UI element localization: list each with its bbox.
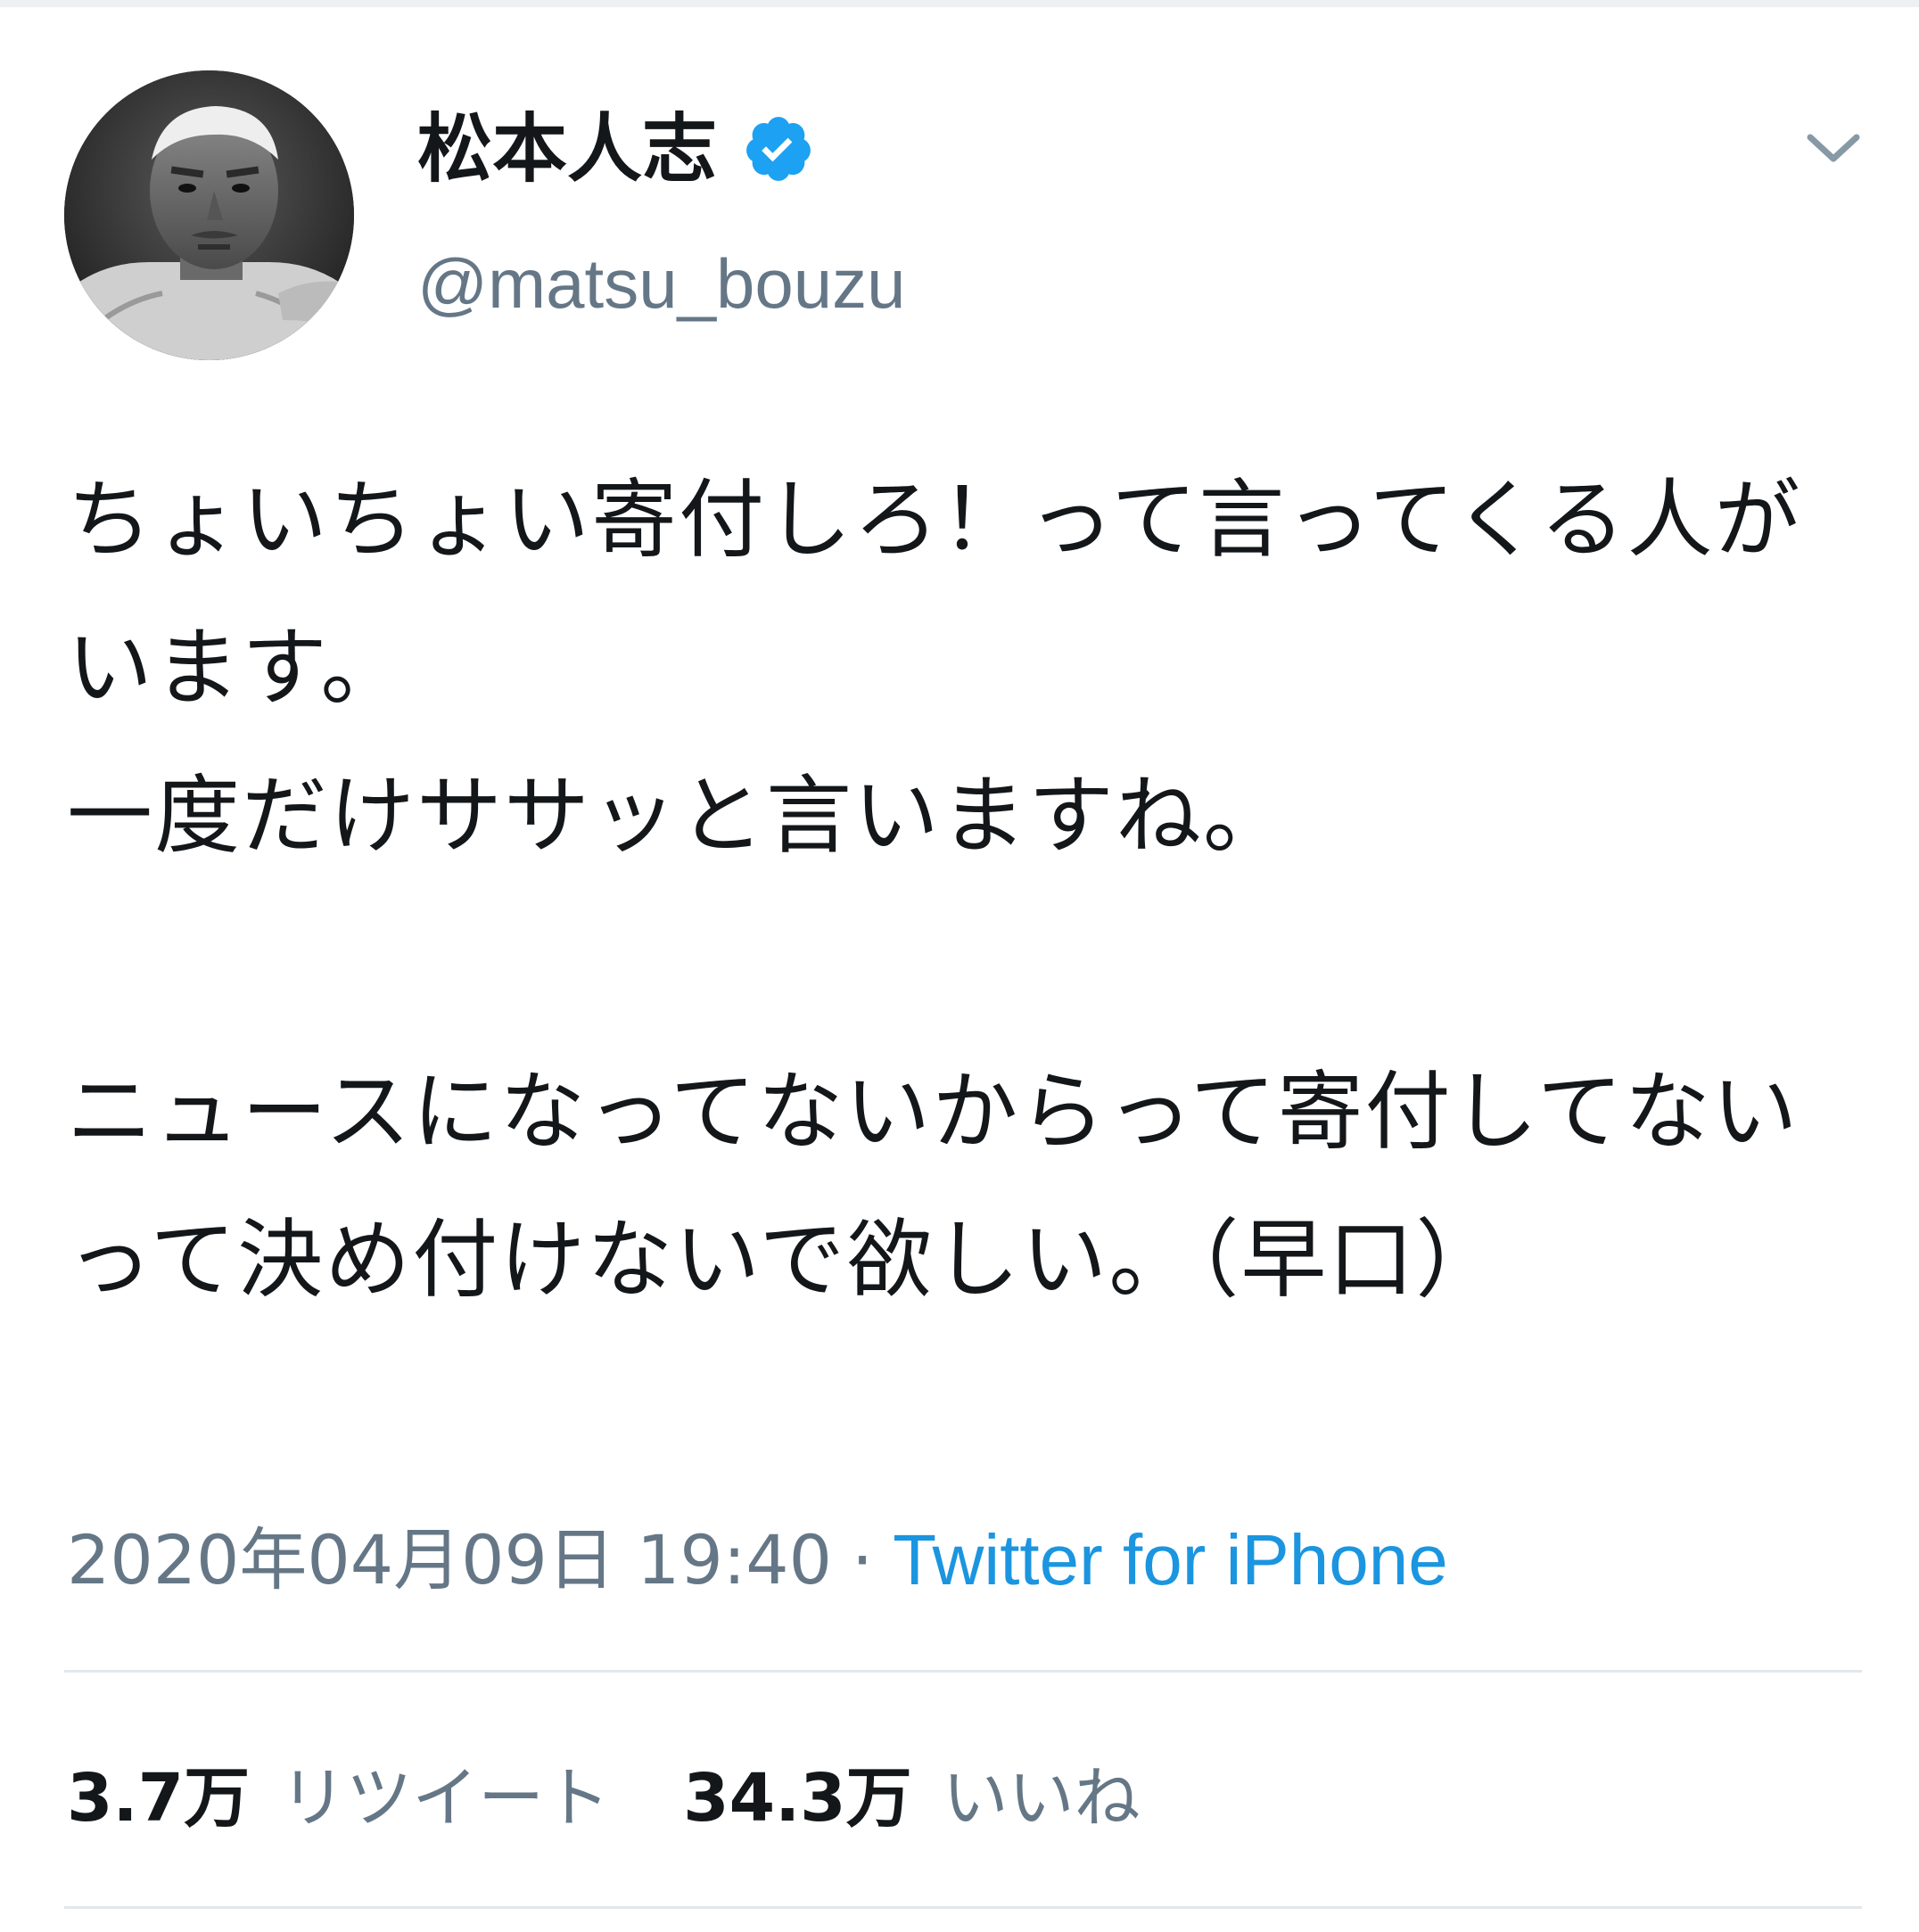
retweets-label: リツイート (280, 1759, 611, 1837)
avatar[interactable] (64, 70, 354, 360)
meta-separator: · (852, 1520, 874, 1599)
tweet-meta: 2020年04月09日 19:40 · Twitter for iPhone (67, 1511, 1448, 1609)
chevron-down-icon[interactable] (1801, 116, 1865, 180)
tweet-text: ちょいちょい寄付しろ！って言ってくる人がいます。 一度だけササッと言いますね。 … (67, 470, 1802, 1310)
tweet-source-link[interactable]: Twitter for iPhone (893, 1511, 1448, 1609)
tweet-card: 松本人志 @matsu_bouzu ちょいちょい寄付しろ！って言ってくる人がいま… (0, 0, 1919, 1932)
retweets-stat[interactable]: 3.7万 リツイート (67, 1745, 610, 1840)
divider (64, 1906, 1862, 1909)
verified-badge-icon (742, 112, 815, 185)
likes-label: いいね (942, 1759, 1141, 1837)
tweet-stats: 3.7万 リツイート 34.3万 いいね (67, 1743, 1141, 1841)
author-handle[interactable]: @matsu_bouzu (417, 239, 906, 328)
likes-stat[interactable]: 34.3万 いいね (683, 1745, 1141, 1840)
tweet-timestamp[interactable]: 2020年04月09日 19:40 (67, 1511, 832, 1609)
avatar-image (64, 70, 354, 360)
likes-count: 34.3万 (683, 1759, 912, 1837)
divider (64, 1670, 1862, 1673)
retweets-count: 3.7万 (67, 1759, 251, 1837)
author-display-name[interactable]: 松本人志 (417, 100, 717, 198)
author-row: 松本人志 (417, 100, 815, 198)
